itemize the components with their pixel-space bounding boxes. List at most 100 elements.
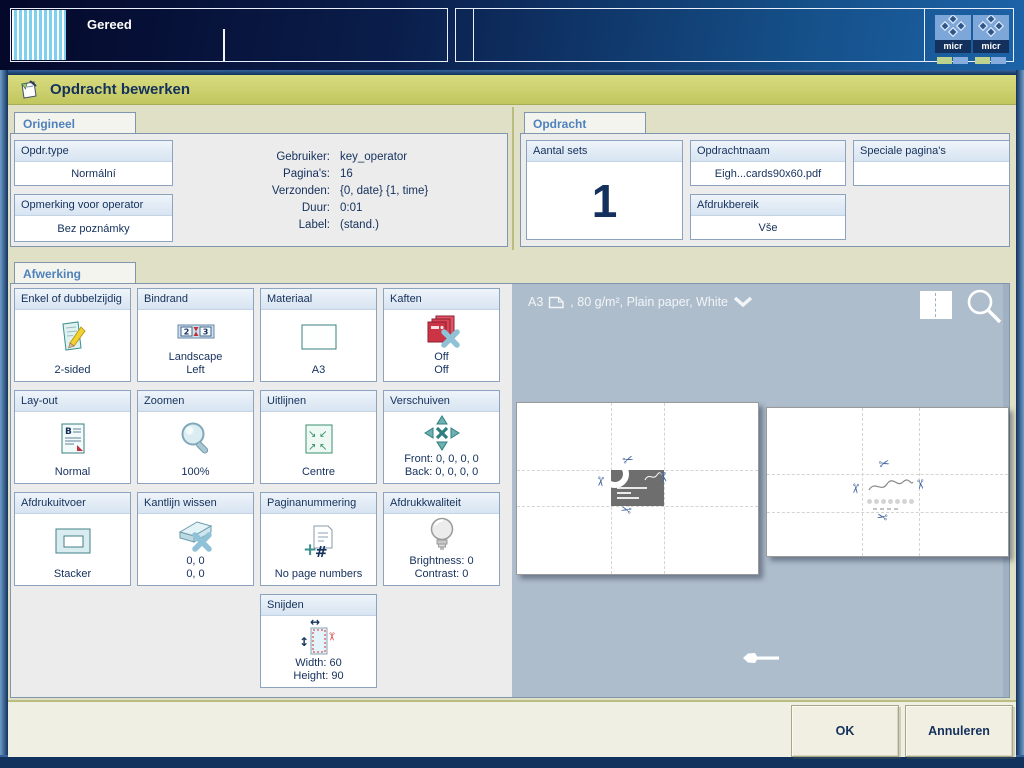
info-value: 16 xyxy=(340,168,353,185)
tile-value: Landscape Left xyxy=(138,351,253,381)
tile-title: Afdrukbereik xyxy=(691,195,845,216)
dialog-title: Opdracht bewerken xyxy=(50,81,190,98)
tile-title: Kantlijn wissen xyxy=(138,493,253,514)
card-dot xyxy=(874,499,879,504)
spread-view-button[interactable] xyxy=(920,291,952,319)
trim-tile[interactable]: Snijden ↔ ↕ ✂ Width: 60 Height: 90 xyxy=(260,594,377,688)
card-dot xyxy=(881,499,886,504)
toner-label: micr xyxy=(935,40,971,53)
card-dot xyxy=(902,499,907,504)
tile-title: Kaften xyxy=(384,289,499,310)
covers-tile[interactable]: Kaften Off Off xyxy=(383,288,500,382)
panel-divider xyxy=(924,9,925,61)
erase-margin-icon xyxy=(138,514,253,555)
info-row: Pagina's: 16 xyxy=(188,168,503,185)
svg-text:↗: ↗ xyxy=(308,442,316,453)
tile-value: Bez poznámky xyxy=(57,222,129,236)
media-selector[interactable]: A3 , 80 g/m², Plain paper, White xyxy=(528,295,753,309)
toner-unit-icon: micr xyxy=(935,15,971,53)
toner-unit-icon: micr xyxy=(973,15,1009,53)
toner-dots-icon xyxy=(935,15,971,40)
scissors-mark-icon: ✂ xyxy=(913,479,927,491)
info-row: Verzonden: {0, date} {1, time} xyxy=(188,185,503,202)
print-quality-tile[interactable]: Afdrukkwaliteit Brightness: 0 Contrast: … xyxy=(383,492,500,586)
cancel-button[interactable]: Annuleren xyxy=(905,705,1013,757)
tile-title: Afdrukkwaliteit xyxy=(384,493,499,514)
scissors-mark-icon: ✂ xyxy=(876,508,889,523)
cut-line xyxy=(767,474,1008,475)
info-row: Label: (stand.) xyxy=(188,219,503,236)
job-name-tile[interactable]: Opdrachtnaam Eigh...cards90x60.pdf xyxy=(690,140,846,186)
tile-title: Verschuiven xyxy=(384,391,499,412)
tile-title: Zoomen xyxy=(138,391,253,412)
svg-text:↖: ↖ xyxy=(319,442,327,453)
card-dot xyxy=(888,499,893,504)
zoom-tile[interactable]: Zoomen 100% xyxy=(137,390,254,484)
tile-title: Materiaal xyxy=(261,289,376,310)
card-text-line xyxy=(617,497,639,499)
shift-tile[interactable]: Verschuiven Front: 0, 0, 0, 0 Back: 0, 0… xyxy=(383,390,500,484)
material-tile[interactable]: Materiaal A3 xyxy=(260,288,377,382)
info-label: Label: xyxy=(188,219,330,236)
sided-tile[interactable]: Enkel of dubbelzijdig 2-sided xyxy=(14,288,131,382)
media-name: A3 xyxy=(528,295,543,309)
activity-stripes-icon xyxy=(12,10,66,60)
media-details: , 80 g/m², Plain paper, White xyxy=(570,295,728,309)
output-tile[interactable]: Afdrukuitvoer Stacker xyxy=(14,492,131,586)
layout-tile[interactable]: Lay-out B Normal xyxy=(14,390,131,484)
scissors-mark-icon: ✂ xyxy=(621,453,636,469)
trim-icon: ↔ ↕ ✂ xyxy=(261,616,376,657)
operator-note-tile[interactable]: Opmerking voor operator Bez poznámky xyxy=(14,194,173,242)
status-text: Gereed xyxy=(87,17,132,32)
stacker-icon xyxy=(15,514,130,568)
align-tile[interactable]: Uitlijnen ↘ ↙ ↗ ↖ Centre xyxy=(260,390,377,484)
info-value: 0:01 xyxy=(340,202,362,219)
edit-job-icon xyxy=(20,80,38,105)
preview-page-1: ✂ ✂ ✂ ✂ xyxy=(516,402,759,575)
shift-image-icon xyxy=(384,412,499,453)
tab-opdracht[interactable]: Opdracht xyxy=(524,112,646,134)
tab-afwerking[interactable]: Afwerking xyxy=(14,262,136,284)
svg-text:✂: ✂ xyxy=(325,632,338,641)
job-type-tile[interactable]: Opdr.type Normální xyxy=(14,140,173,186)
ok-button[interactable]: OK xyxy=(791,705,899,757)
tile-title: Aantal sets xyxy=(527,141,682,162)
info-label: Verzonden: xyxy=(188,185,330,202)
tile-title: Enkel of dubbelzijdig xyxy=(15,289,130,310)
preview-zoom-button[interactable] xyxy=(964,286,1008,330)
page-numbering-tile[interactable]: Paginanummering + # No page numbers xyxy=(260,492,377,586)
svg-text:B: B xyxy=(65,427,72,437)
number-of-sets-tile[interactable]: Aantal sets 1 xyxy=(526,140,683,240)
scissors-mark-icon: ✂ xyxy=(620,501,634,516)
erase-margin-tile[interactable]: Kantlijn wissen 0, 0 0, 0 xyxy=(137,492,254,586)
tab-origineel[interactable]: Origineel xyxy=(14,112,136,134)
card-dash xyxy=(873,508,877,510)
tile-value: Vše xyxy=(759,221,778,235)
status-panel-jobs[interactable]: Gereed xyxy=(10,8,448,62)
info-label: Gebruiker: xyxy=(188,151,330,168)
tile-value: Front: 0, 0, 0, 0 Back: 0, 0, 0, 0 xyxy=(384,453,499,483)
tile-value: Stacker xyxy=(15,568,130,585)
card-back-script-graphic xyxy=(867,477,915,495)
svg-text:↘: ↘ xyxy=(308,429,316,440)
binding-edge-tile[interactable]: Bindrand 2 3 Landscape Left xyxy=(137,288,254,382)
tile-value: Normal xyxy=(15,466,130,483)
svg-text:3: 3 xyxy=(202,327,208,336)
tile-value: Brightness: 0 Contrast: 0 xyxy=(384,555,499,585)
info-row: Gebruiker: key_operator xyxy=(188,151,503,168)
card-dot xyxy=(909,499,914,504)
tile-title: Lay-out xyxy=(15,391,130,412)
section-divider xyxy=(512,107,514,250)
panel-divider xyxy=(223,29,225,61)
dialog-title-bar: Opdracht bewerken xyxy=(8,75,1016,105)
spread-fold-line xyxy=(935,293,936,317)
status-panel-system[interactable]: micr micr xyxy=(455,8,1014,62)
card-arc-graphic xyxy=(611,470,629,488)
screen: Gereed micr xyxy=(0,0,1024,768)
tile-value: 2-sided xyxy=(15,364,130,381)
print-range-tile[interactable]: Afdrukbereik Vše xyxy=(690,194,846,240)
special-pages-tile[interactable]: Speciale pagina's xyxy=(853,140,1010,186)
svg-text:2: 2 xyxy=(183,327,189,336)
tile-value: No page numbers xyxy=(261,568,376,585)
level-indicator-green xyxy=(937,57,952,64)
